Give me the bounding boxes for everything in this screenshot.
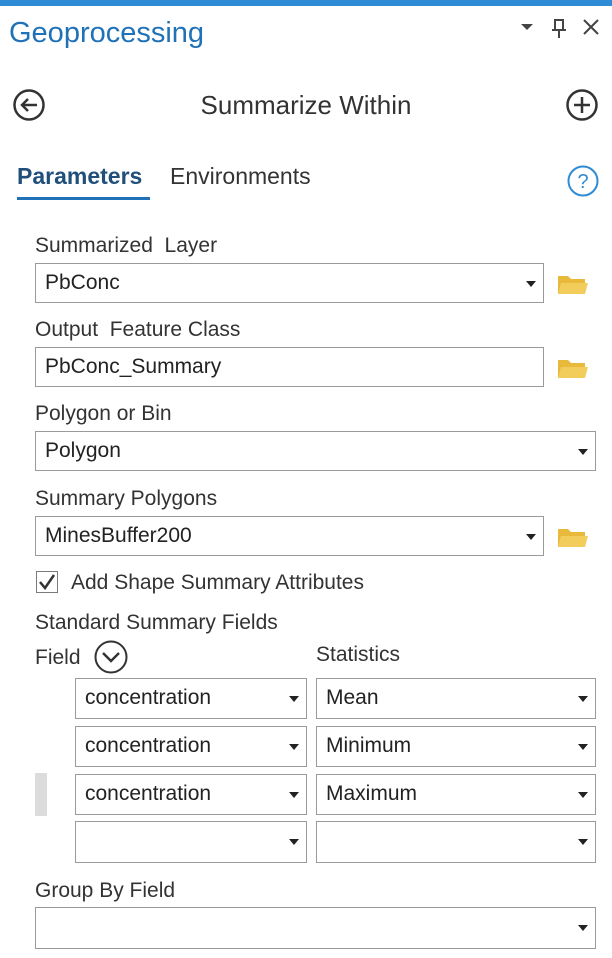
add-shape-summary-checkbox[interactable] — [36, 571, 58, 593]
group-by-field-select[interactable] — [35, 907, 596, 949]
tab-parameters[interactable]: Parameters — [17, 163, 142, 190]
svg-text:?: ? — [577, 171, 588, 193]
folder-icon[interactable] — [557, 356, 589, 380]
chevron-down-icon — [578, 744, 588, 750]
statistic-select-row-3[interactable]: Maximum — [316, 774, 596, 815]
field-select-row-1[interactable]: concentration — [75, 678, 307, 719]
group-by-field-label: Group By Field — [35, 879, 176, 902]
summarized-layer-value: PbConc — [45, 271, 120, 294]
chevron-down-icon — [526, 534, 536, 540]
polygon-or-bin-value: Polygon — [45, 439, 121, 462]
add-shape-summary-label: Add Shape Summary Attributes — [71, 571, 364, 594]
chevron-down-icon — [289, 696, 299, 702]
row-drag-handle[interactable] — [35, 773, 47, 816]
chevron-down-icon — [578, 839, 588, 845]
chevron-down-icon — [289, 792, 299, 798]
close-icon — [583, 19, 599, 35]
polygon-or-bin-label: Polygon or Bin — [35, 402, 172, 425]
chevron-down-icon — [578, 696, 588, 702]
summary-polygons-value: MinesBuffer200 — [45, 524, 192, 547]
chevron-down-icon — [578, 792, 588, 798]
standard-summary-fields-label: Standard Summary Fields — [35, 611, 278, 634]
checkmark-icon — [39, 574, 56, 591]
pane-top-bar — [0, 0, 612, 6]
pane-title: Geoprocessing — [9, 17, 205, 49]
tab-environments[interactable]: Environments — [170, 163, 311, 190]
output-feature-class-value: PbConc_Summary — [45, 355, 222, 378]
field-select-row-2[interactable]: concentration — [75, 726, 307, 767]
chevron-down-icon — [526, 281, 536, 287]
field-column-header: Field — [35, 646, 81, 669]
add-button[interactable] — [566, 89, 598, 121]
polygon-or-bin-select[interactable]: Polygon — [35, 431, 596, 471]
statistic-select-value: Minimum — [326, 734, 412, 757]
output-feature-class-label: Output Feature Class — [35, 318, 241, 341]
statistic-select-row-4[interactable] — [316, 821, 596, 863]
chevron-down-icon — [578, 925, 588, 931]
folder-icon[interactable] — [557, 272, 589, 296]
active-tab-indicator — [17, 197, 150, 200]
tool-title: Summarize Within — [200, 90, 412, 120]
statistics-column-header: Statistics — [316, 643, 401, 666]
statistic-select-row-1[interactable]: Mean — [316, 678, 596, 719]
summary-polygons-label: Summary Polygons — [35, 487, 218, 510]
chevron-down-icon — [289, 839, 299, 845]
summarized-layer-label: Summarized Layer — [35, 234, 218, 257]
dropdown-arrow-icon — [521, 24, 533, 30]
field-select-value: concentration — [85, 782, 212, 805]
output-feature-class-input[interactable]: PbConc_Summary — [35, 347, 544, 387]
statistic-select-value: Maximum — [326, 782, 418, 805]
chevron-down-icon — [578, 449, 588, 455]
field-select-row-3[interactable]: concentration — [75, 774, 307, 815]
statistic-select-row-2[interactable]: Minimum — [316, 726, 596, 767]
field-select-value: concentration — [85, 686, 212, 709]
folder-icon[interactable] — [557, 525, 589, 549]
expand-button[interactable] — [94, 640, 128, 674]
help-icon[interactable]: ? — [567, 165, 599, 197]
pin-button[interactable] — [550, 18, 568, 45]
summary-polygons-select[interactable]: MinesBuffer200 — [35, 516, 544, 556]
field-select-row-4[interactable] — [75, 821, 307, 863]
field-select-value: concentration — [85, 734, 212, 757]
statistic-select-value: Mean — [326, 686, 379, 709]
chevron-down-icon — [289, 744, 299, 750]
summarized-layer-select[interactable]: PbConc — [35, 263, 544, 303]
pin-icon — [552, 19, 566, 38]
close-button[interactable] — [582, 18, 600, 41]
pane-menu-button[interactable] — [519, 18, 535, 39]
